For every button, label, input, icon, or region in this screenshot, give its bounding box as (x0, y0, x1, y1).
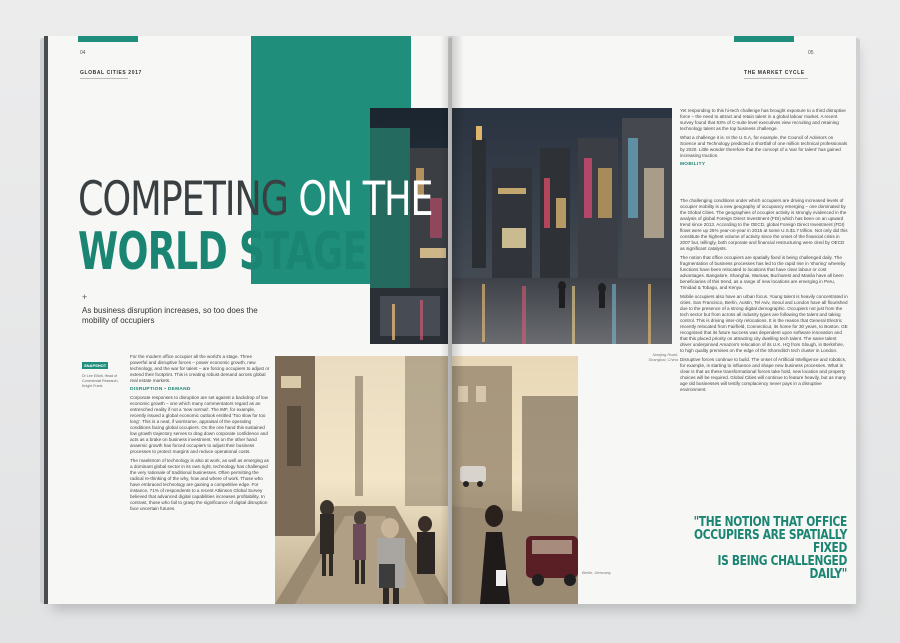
standfirst: As business disruption increases, so too… (82, 306, 258, 325)
headline-line-1: COMPETING ON THE (78, 172, 434, 227)
magazine-spread-scene: 04 GLOBAL CITIES 2017 COMPETING ON THE W… (0, 0, 900, 643)
pull-quote-line-2: OCCUPIERS ARE SPATIALLY FIXED (693, 528, 847, 556)
running-head-right: THE MARKET CYCLE (744, 70, 805, 76)
city-night-image-right (452, 108, 672, 344)
street-scene-image-right (452, 356, 578, 604)
body-paragraph: The maelstrom of technology is also at w… (130, 458, 269, 511)
subheading-mobility: MOBILITY (680, 162, 706, 167)
body-paragraph: Disruptive forces continue to build. The… (680, 357, 847, 392)
spine-gutter-shadow (440, 36, 464, 604)
top-accent-bar-right (734, 36, 794, 42)
body-paragraph: The notion that office occupiers are spa… (680, 255, 846, 290)
body-paragraph: Corporate responses to disruption are se… (130, 395, 268, 454)
right-page: 05 THE MARKET CYCLE Yet responding to th… (452, 36, 856, 604)
headline-line-2: WORLD STAGE (78, 222, 367, 282)
body-paragraph: The challenging conditions under which o… (680, 198, 848, 251)
header-rule (80, 78, 128, 79)
body-column-1: For the modern office occupier all the w… (130, 354, 270, 594)
page-number-right: 05 (808, 50, 814, 56)
body-paragraph: What a challenge it is. In the U.S.A, fo… (680, 135, 848, 158)
body-column-2: The challenging conditions under which o… (680, 198, 848, 508)
snapshot-tag: SNAPSHOT (82, 362, 109, 369)
body-paragraph: Mobile occupiers also have an urban focu… (680, 294, 848, 353)
author-sidebar: SNAPSHOT Dr Lee Elliott, Head of Commerc… (82, 354, 126, 389)
shanghai-photo-right (452, 108, 672, 344)
street-scene-image (275, 356, 448, 604)
pull-quote: "THE NOTION THAT OFFICE OCCUPIERS ARE SP… (691, 516, 848, 582)
photo-caption-berlin: Berlin, Germany (582, 570, 611, 575)
pull-quote-line-3: IS BEING CHALLENGED DAILY" (717, 554, 847, 582)
headline-competing: COMPETING (78, 172, 299, 227)
page-number: 04 (80, 50, 86, 56)
headline-on-the: ON THE (298, 172, 433, 227)
berlin-photo-left (275, 356, 448, 604)
left-page: 04 GLOBAL CITIES 2017 COMPETING ON THE W… (44, 36, 448, 604)
subheading-disruption: DISRUPTION • DEMAND (130, 387, 191, 392)
body-paragraph: For the modern office occupier all the w… (130, 354, 270, 383)
top-accent-bar (78, 36, 138, 42)
berlin-photo-right (452, 356, 578, 604)
header-rule-right (744, 78, 808, 79)
running-head: GLOBAL CITIES 2017 (80, 70, 142, 76)
author-byline: Dr Lee Elliott, Head of Commercial Resea… (82, 374, 119, 388)
photo-caption-shanghai: Nanjing Road, Shanghai, China (648, 352, 678, 362)
body-paragraph: Yet responding to this hi-tech challenge… (680, 108, 846, 131)
plus-mark: + (82, 292, 88, 302)
